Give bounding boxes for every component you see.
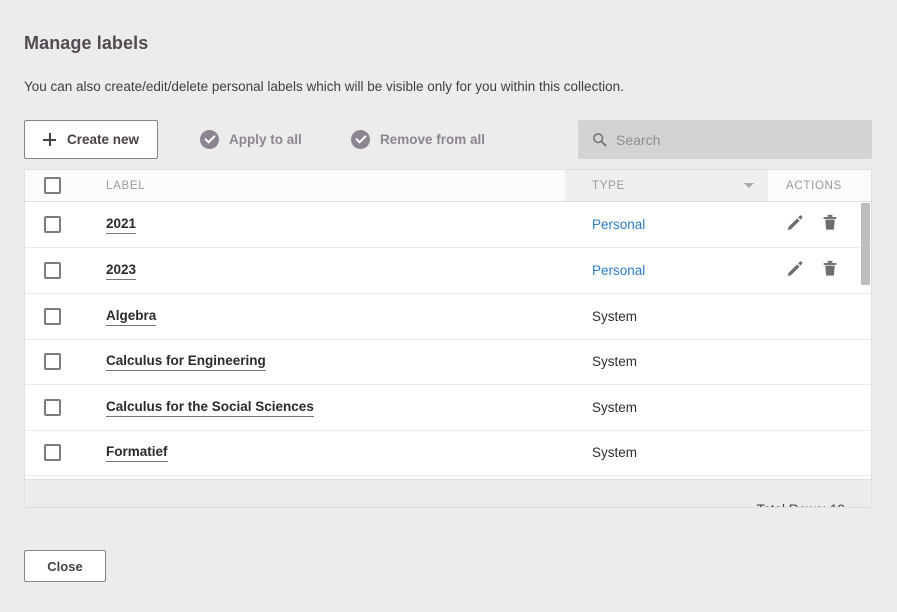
search-input[interactable]	[616, 131, 856, 148]
column-header-type[interactable]: TYPE	[565, 170, 768, 201]
table-body: 2021 Personal 2023 Personal Algebra System Cal…	[25, 202, 871, 479]
check-circle-icon	[351, 130, 370, 149]
row-select-cell	[25, 262, 79, 279]
edit-icon	[787, 260, 803, 276]
label-type[interactable]: Personal	[592, 217, 645, 232]
row-label-cell: Calculus for the Social Sciences	[79, 398, 565, 417]
remove-from-all-label: Remove from all	[380, 132, 486, 147]
select-all-checkbox[interactable]	[43, 177, 61, 194]
label-name[interactable]: 2023	[106, 262, 137, 280]
row-type-cell: System	[565, 400, 768, 415]
table-header-row: LABEL TYPE ACTIONS	[25, 170, 871, 202]
row-label-cell: Formatief	[79, 443, 565, 463]
row-select-cell	[25, 307, 79, 325]
create-new-label: Create new	[67, 132, 140, 147]
row-select-cell	[25, 444, 79, 462]
row-checkbox[interactable]	[43, 307, 61, 325]
label-name[interactable]: Formatief	[106, 444, 168, 463]
table-row: Calculus for Engineering System	[25, 340, 871, 385]
apply-to-all-button[interactable]: Apply to all	[200, 120, 302, 159]
label-type: System	[592, 445, 638, 461]
row-actions-cell	[768, 214, 871, 236]
row-checkbox[interactable]	[43, 398, 61, 416]
edit-label-button[interactable]	[786, 260, 803, 282]
labels-table: LABEL TYPE ACTIONS 2021 Personal 2023 Perso…	[24, 169, 872, 508]
label-name[interactable]: Calculus for the Social Sciences	[106, 399, 314, 417]
table-scrollbar[interactable]	[860, 202, 871, 479]
plus-icon	[43, 133, 56, 146]
row-type-cell: System	[565, 445, 768, 460]
label-type: System	[592, 354, 638, 370]
row-label-cell: 2023	[79, 261, 565, 280]
search-box[interactable]	[578, 120, 872, 159]
label-type: System	[592, 399, 638, 415]
select-all-cell	[25, 177, 79, 194]
labels-toolbar: Create new Apply to all Remove from all	[24, 120, 872, 160]
label-name[interactable]: Calculus for Engineering	[106, 353, 266, 372]
row-label-cell: Calculus for Engineering	[79, 352, 565, 372]
close-button[interactable]: Close	[24, 550, 106, 582]
row-select-cell	[25, 216, 79, 233]
table-row: Algebra System	[25, 294, 871, 340]
row-type-cell: Personal	[565, 263, 768, 278]
label-type[interactable]: Personal	[592, 263, 645, 278]
delete-label-button[interactable]	[822, 214, 838, 236]
delete-icon	[823, 260, 837, 276]
column-header-type-label: TYPE	[592, 179, 625, 192]
manage-labels-dialog: Manage labels You can also create/edit/d…	[0, 0, 897, 612]
check-circle-icon	[200, 130, 219, 149]
table-row: 2023 Personal	[25, 248, 871, 294]
column-header-label[interactable]: LABEL	[79, 180, 565, 192]
label-name[interactable]: Algebra	[106, 308, 157, 326]
table-footer: Total Rows: 19	[25, 479, 871, 507]
label-name[interactable]: 2021	[106, 216, 137, 234]
page-title: Manage labels	[24, 33, 149, 53]
table-row: Formatief System	[25, 431, 871, 476]
row-checkbox[interactable]	[43, 262, 61, 279]
label-type: System	[592, 308, 638, 324]
row-select-cell	[25, 398, 79, 416]
total-rows-text: Total Rows: 19	[756, 502, 845, 507]
row-type-cell: System	[565, 354, 768, 369]
create-new-button[interactable]: Create new	[24, 120, 159, 159]
row-label-cell: Algebra	[79, 307, 565, 326]
column-header-actions: ACTIONS	[786, 179, 843, 192]
delete-label-button[interactable]	[822, 260, 838, 282]
row-checkbox[interactable]	[43, 444, 61, 462]
row-label-cell: 2021	[79, 215, 565, 234]
row-checkbox[interactable]	[43, 353, 61, 371]
table-scrollbar-thumb[interactable]	[861, 203, 870, 285]
row-select-cell	[25, 353, 79, 371]
row-type-cell: System	[565, 309, 768, 324]
row-type-cell: Personal	[565, 217, 768, 232]
row-actions-cell	[768, 260, 871, 282]
row-checkbox[interactable]	[43, 216, 61, 233]
page-description: You can also create/edit/delete personal…	[24, 79, 624, 94]
search-icon	[593, 133, 607, 147]
table-row: Calculus for the Social Sciences System	[25, 385, 871, 431]
table-row: 2021 Personal	[25, 202, 871, 248]
chevron-down-icon[interactable]	[744, 183, 754, 188]
edit-label-button[interactable]	[786, 214, 803, 236]
table-row	[25, 476, 871, 479]
delete-icon	[823, 214, 837, 230]
apply-to-all-label: Apply to all	[229, 132, 302, 147]
remove-from-all-button[interactable]: Remove from all	[351, 120, 485, 159]
edit-icon	[787, 214, 803, 230]
